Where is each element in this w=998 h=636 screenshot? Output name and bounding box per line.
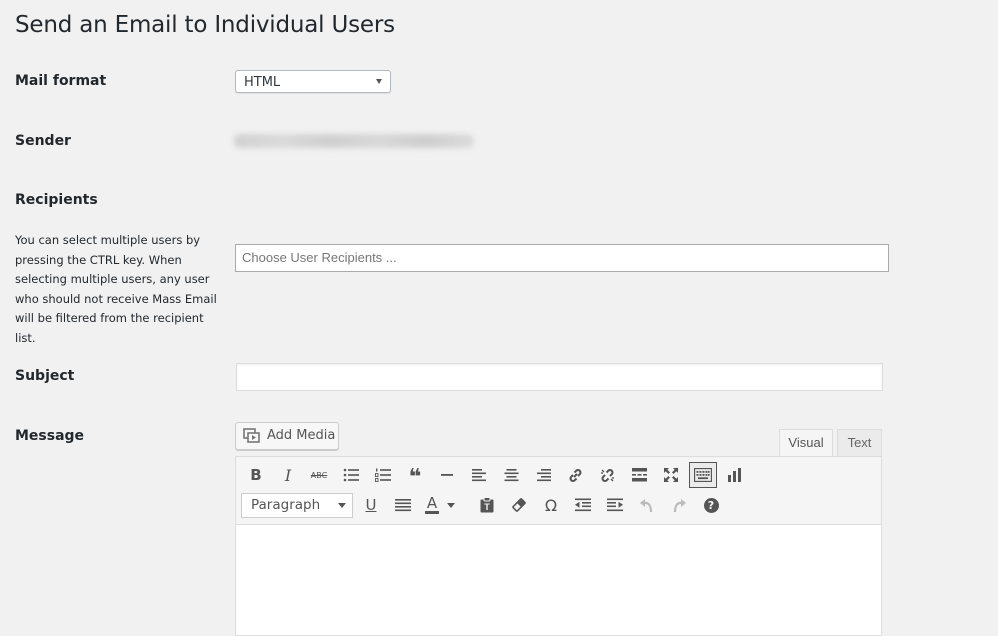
outdent-icon[interactable]: [569, 492, 597, 518]
numbered-list-icon[interactable]: [369, 462, 397, 488]
mail-format-select[interactable]: HTML: [235, 70, 391, 93]
message-editor: B I ABC ❝ Paragraph U A T Ω ?: [235, 456, 882, 636]
add-media-button[interactable]: Add Media: [235, 422, 339, 450]
align-center-icon[interactable]: [497, 462, 525, 488]
paste-text-icon[interactable]: T: [473, 492, 501, 518]
add-media-label: Add Media: [267, 428, 336, 443]
text-color-dropdown[interactable]: [444, 492, 458, 518]
special-character-icon[interactable]: Ω: [537, 492, 565, 518]
strikethrough-glyph: ABC: [310, 470, 328, 480]
editor-toolbar: B I ABC ❝ Paragraph U A T Ω ?: [236, 457, 881, 525]
help-glyph: ?: [703, 497, 719, 513]
read-more-icon[interactable]: [625, 462, 653, 488]
message-label: Message: [15, 428, 85, 444]
blockquote-icon[interactable]: ❝: [401, 462, 429, 490]
italic-glyph: I: [284, 465, 292, 485]
link-icon[interactable]: [561, 462, 589, 488]
svg-text:T: T: [484, 502, 490, 512]
paragraph-format-select[interactable]: Paragraph: [241, 493, 353, 518]
recipients-placeholder: Choose User Recipients ...: [242, 250, 397, 265]
unlink-icon[interactable]: [593, 462, 621, 488]
underline-icon[interactable]: U: [357, 492, 385, 518]
recipients-input[interactable]: Choose User Recipients ...: [235, 244, 889, 272]
mail-format-selected-value: HTML: [244, 75, 281, 90]
text-color-icon[interactable]: A: [421, 492, 443, 518]
undo-icon[interactable]: [633, 492, 661, 518]
editor-content-area[interactable]: [236, 525, 881, 635]
help-icon[interactable]: ?: [697, 492, 725, 518]
blockquote-glyph: ❝: [408, 465, 422, 490]
mail-format-label: Mail format: [15, 73, 107, 89]
clear-formatting-icon[interactable]: [505, 492, 533, 518]
sender-label: Sender: [15, 133, 71, 149]
chevron-down-icon: [376, 79, 382, 84]
align-right-icon[interactable]: [529, 462, 557, 488]
chart-icon[interactable]: [721, 462, 749, 488]
horizontal-line-icon[interactable]: [433, 462, 461, 488]
format-select-value: Paragraph: [251, 497, 321, 513]
subject-input[interactable]: [236, 363, 883, 391]
subject-label: Subject: [15, 368, 75, 384]
bold-icon[interactable]: B: [242, 462, 270, 488]
sender-value-blurred: [234, 134, 474, 148]
chevron-down-icon: [447, 502, 455, 508]
page-title: Send an Email to Individual Users: [15, 12, 395, 38]
omega-glyph: Ω: [544, 495, 558, 515]
strikethrough-icon[interactable]: ABC: [305, 462, 333, 488]
fullscreen-icon[interactable]: [657, 462, 685, 488]
chevron-down-icon: [338, 503, 346, 508]
bullet-list-icon[interactable]: [337, 462, 365, 488]
italic-icon[interactable]: I: [274, 462, 302, 488]
recipients-help-text: You can select multiple users by pressin…: [15, 233, 217, 345]
justify-icon[interactable]: [389, 492, 417, 518]
recipients-label: Recipients: [15, 192, 98, 208]
underline-glyph: U: [365, 496, 377, 514]
align-left-icon[interactable]: [465, 462, 493, 488]
tab-visual[interactable]: Visual: [779, 429, 833, 457]
text-color-glyph: A: [424, 494, 440, 514]
media-icon: [243, 428, 261, 454]
indent-icon[interactable]: [601, 492, 629, 518]
bold-glyph: B: [250, 466, 262, 484]
toolbar-toggle-icon[interactable]: [689, 462, 717, 488]
tab-text[interactable]: Text: [837, 429, 882, 457]
redo-icon[interactable]: [665, 492, 693, 518]
